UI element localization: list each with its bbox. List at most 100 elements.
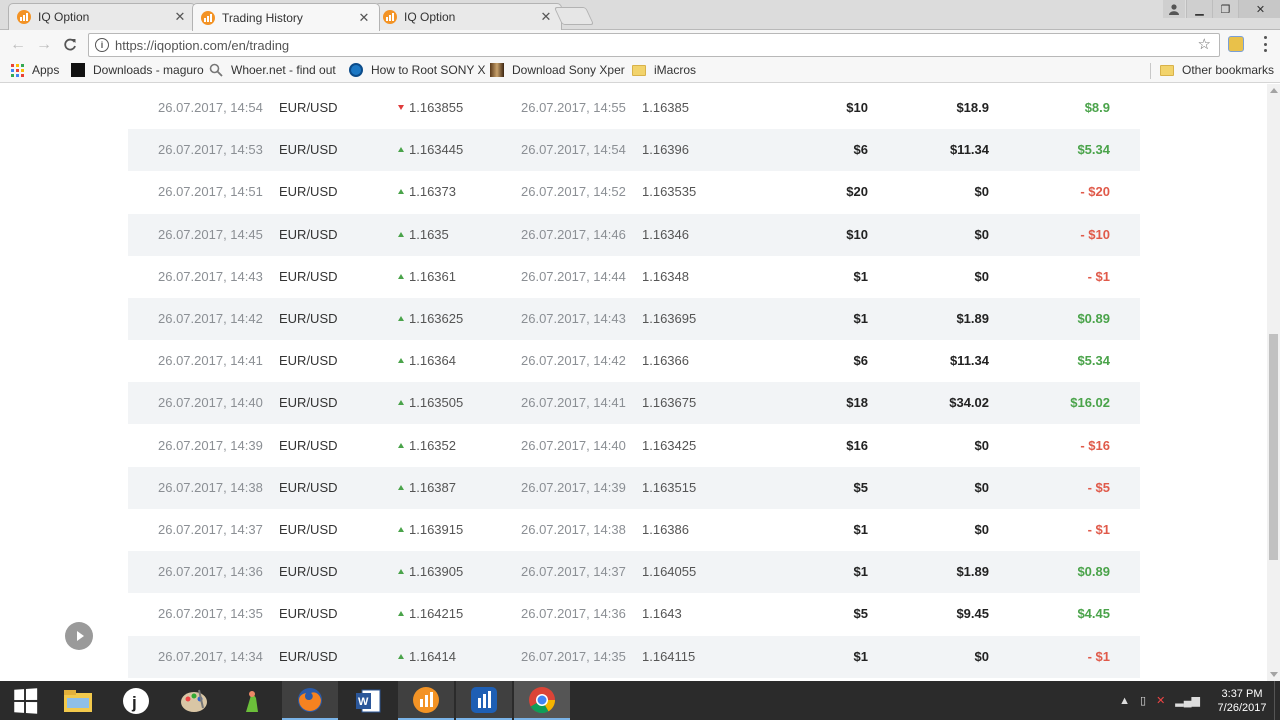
scroll-down-icon[interactable] (1270, 672, 1278, 677)
browser-menu-icon[interactable] (1262, 36, 1268, 52)
close-time-cell-value: 26.07.2017, 14:38 (521, 522, 626, 537)
apps-grid-icon (11, 63, 24, 77)
taskbar-word[interactable]: W (340, 681, 396, 720)
window-controls: ▁ ❐ ✕ (1186, 0, 1280, 18)
back-arrow-icon[interactable]: ← (5, 32, 31, 58)
play-video-button[interactable] (65, 622, 93, 650)
taskbar-iq-option-alt[interactable] (456, 681, 512, 720)
payout-cell: $1.89 (956, 551, 989, 593)
trading-history-page: 26.07.2017, 14:54 EUR/USD 1.163855 26.07.20… (0, 84, 1267, 681)
site-info-icon[interactable]: i (95, 38, 109, 52)
iq-option-blue-icon (471, 686, 497, 713)
profit-cell-value: $0.89 (1077, 311, 1110, 326)
firefox-icon (298, 687, 322, 712)
investment-cell-value: $16 (846, 437, 868, 453)
minimize-button[interactable]: ▁ (1186, 0, 1212, 18)
close-price-cell: 1.1643 (642, 593, 682, 635)
tab-iq-option-2[interactable]: IQ Option ✕ (374, 3, 562, 30)
network-icon[interactable]: ▯ (1140, 694, 1146, 707)
windows-taskbar: j W ▲ ▯ ✕ ▂▄▆ 3:37 PM 7/26/2017 (0, 681, 1280, 720)
close-time-cell-value: 26.07.2017, 14:39 (521, 479, 626, 495)
payout-cell: $0 (975, 171, 989, 213)
table-row: 26.07.2017, 14:53 EUR/USD 1.163445 26.07.20… (128, 129, 1140, 172)
close-time-cell-value: 26.07.2017, 14:55 (521, 100, 626, 115)
open-price-value: 1.164215 (409, 606, 464, 622)
user-profile-icon[interactable] (1163, 0, 1185, 18)
tab-trading-history[interactable]: Trading History ✕ (192, 3, 380, 31)
play-icon (77, 631, 84, 641)
scrollbar-thumb[interactable] (1269, 334, 1278, 560)
arrow-up-icon (398, 189, 404, 195)
close-time-cell-value: 26.07.2017, 14:52 (521, 184, 626, 200)
taskbar-file-explorer[interactable] (50, 681, 106, 720)
payout-cell-value: $18.9 (956, 100, 989, 115)
close-window-button[interactable]: ✕ (1238, 0, 1280, 18)
profit-cell: $16.02 (1070, 382, 1110, 424)
close-price-cell-value: 1.163425 (642, 437, 697, 453)
tray-flag-icon[interactable]: ✕ (1156, 694, 1165, 707)
taskbar-firefox[interactable] (282, 681, 338, 720)
taskbar-chrome[interactable] (514, 681, 570, 720)
table-row: 26.07.2017, 14:45 EUR/USD 1.1635 26.07.2017… (128, 213, 1140, 256)
asset-cell-value: EUR/USD (279, 437, 338, 453)
bookmark-download-sony[interactable]: Download Sony Xper (490, 63, 625, 77)
reload-icon[interactable] (57, 32, 83, 58)
restore-button[interactable]: ❐ (1212, 0, 1238, 18)
extension-icon[interactable] (1228, 36, 1244, 52)
bookmark-apps[interactable]: Apps (11, 63, 59, 77)
close-time-cell: 26.07.2017, 14:41 (521, 382, 626, 424)
open-time-cell-value: 26.07.2017, 14:43 (158, 268, 263, 284)
profit-cell: - $10 (1080, 214, 1110, 256)
arrow-up-icon (398, 442, 404, 448)
tab-iq-option-1[interactable]: IQ Option ✕ (8, 3, 196, 30)
profit-cell: - $1 (1088, 256, 1110, 298)
show-desktop-button[interactable] (1274, 681, 1280, 720)
profit-cell-value: $4.45 (1077, 606, 1110, 622)
bookmark-downloads[interactable]: Downloads - maguro (71, 63, 204, 77)
table-row: 26.07.2017, 14:35 EUR/USD 1.164215 26.07.20… (128, 593, 1140, 635)
payout-cell: $9.45 (956, 593, 989, 635)
other-bookmarks[interactable]: Other bookmarks (1160, 63, 1274, 77)
bookmark-label: Download Sony Xper (512, 63, 625, 77)
open-price-value: 1.163505 (409, 395, 464, 411)
bookmark-root-sony[interactable]: How to Root SONY X (349, 63, 486, 77)
svg-text:W: W (358, 696, 369, 708)
open-time-cell: 26.07.2017, 14:34 (158, 636, 263, 678)
taskbar-iq-option[interactable] (398, 681, 454, 720)
tray-overflow-icon[interactable]: ▲ (1119, 695, 1130, 707)
open-time-cell: 26.07.2017, 14:35 (158, 593, 263, 635)
bookmark-star-icon[interactable]: ☆ (1198, 35, 1211, 53)
asset-cell: EUR/USD (279, 551, 338, 593)
profit-cell: - $5 (1088, 467, 1110, 509)
close-price-cell: 1.164115 (642, 636, 695, 678)
open-price-value: 1.163915 (409, 522, 464, 537)
open-price-value: 1.163905 (409, 564, 464, 580)
scroll-up-icon[interactable] (1270, 88, 1278, 93)
taskbar-paint[interactable] (166, 681, 222, 720)
open-time-cell: 26.07.2017, 14:41 (158, 340, 263, 382)
open-price-cell: 1.16414 (398, 636, 456, 678)
close-time-cell: 26.07.2017, 14:42 (521, 340, 626, 382)
asset-cell-value: EUR/USD (279, 606, 338, 622)
tab-close-icon[interactable]: ✕ (173, 9, 187, 25)
taskbar-greenshot[interactable] (224, 681, 280, 720)
bookmark-imacros[interactable]: iMacros (632, 63, 696, 77)
tab-close-icon[interactable]: ✕ (357, 10, 371, 26)
close-price-cell: 1.16366 (642, 340, 689, 382)
asset-cell-value: EUR/USD (279, 648, 338, 664)
forward-arrow-icon[interactable]: → (31, 32, 57, 58)
signal-icon[interactable]: ▂▄▆ (1175, 694, 1200, 707)
close-price-cell: 1.163695 (642, 298, 696, 340)
address-bar[interactable]: i https://iqoption.com/en/trading ☆ (88, 33, 1220, 57)
close-time-cell-value: 26.07.2017, 14:35 (521, 648, 626, 664)
bookmark-whoer[interactable]: Whoer.net - find out (209, 63, 336, 77)
url-text: https://iqoption.com/en/trading (115, 37, 290, 53)
start-button[interactable] (0, 681, 50, 720)
page-scrollbar[interactable] (1267, 84, 1280, 681)
taskbar-jdownloader[interactable]: j (108, 681, 164, 720)
taskbar-clock[interactable]: 3:37 PM 7/26/2017 (1210, 687, 1274, 715)
tab-close-icon[interactable]: ✕ (539, 9, 553, 25)
investment-cell: $20 (846, 171, 868, 213)
open-time-cell-value: 26.07.2017, 14:51 (158, 184, 263, 200)
close-price-cell-value: 1.16396 (642, 142, 689, 158)
